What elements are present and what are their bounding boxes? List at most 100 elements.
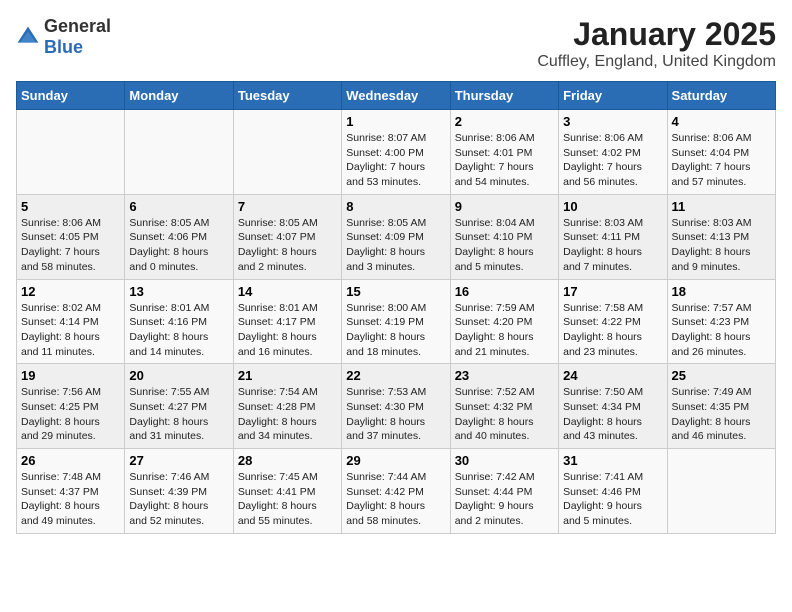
calendar-cell: 16 Sunrise: 7:59 AM Sunset: 4:20 PM Dayli… [450,279,558,364]
day-number: 9 [455,199,554,214]
calendar-week-5: 26Sunrise: 7:48 AM Sunset: 4:37 PM Dayli… [17,449,776,534]
day-number: 22 [346,368,445,383]
day-number: 1 [346,114,445,129]
calendar-cell: 7 Sunrise: 8:05 AM Sunset: 4:07 PM Daylig… [233,194,341,279]
day-info: Sunrise: 8:05 AM Sunset: 4:06 PM Dayligh… [129,216,228,275]
day-info: Sunrise: 7:52 AM Sunset: 4:32 PM Dayligh… [455,385,554,444]
day-info: Sunrise: 8:06 AM Sunset: 4:05 PM Dayligh… [21,216,120,275]
day-number: 21 [238,368,337,383]
day-info: Sunrise: 8:06 AM Sunset: 4:04 PM Dayligh… [672,131,771,190]
day-number: 14 [238,284,337,299]
logo-blue: Blue [44,37,83,57]
main-title: January 2025 [537,16,776,53]
calendar-cell: 14 Sunrise: 8:01 AM Sunset: 4:17 PM Dayli… [233,279,341,364]
day-number: 28 [238,453,337,468]
calendar-table: SundayMondayTuesdayWednesdayThursdayFrid… [16,81,776,534]
logo-general: General [44,16,111,36]
calendar-cell: 28 Sunrise: 7:45 AM Sunset: 4:41 PM Dayli… [233,449,341,534]
day-info: Sunrise: 8:03 AM Sunset: 4:11 PM Dayligh… [563,216,662,275]
day-info: Sunrise: 8:06 AM Sunset: 4:01 PM Dayligh… [455,131,554,190]
header-monday: Monday [125,82,233,110]
calendar-cell: 13 Sunrise: 8:01 AM Sunset: 4:16 PM Dayli… [125,279,233,364]
calendar-cell: 2 Sunrise: 8:06 AM Sunset: 4:01 PM Daylig… [450,110,558,195]
subtitle: Cuffley, England, United Kingdom [537,53,776,71]
calendar-week-3: 12 Sunrise: 8:02 AM Sunset: 4:14 PM Dayli… [17,279,776,364]
header-tuesday: Tuesday [233,82,341,110]
day-info: Sunrise: 7:49 AM Sunset: 4:35 PM Dayligh… [672,385,771,444]
calendar-week-2: 5Sunrise: 8:06 AM Sunset: 4:05 PM Daylig… [17,194,776,279]
calendar-cell [233,110,341,195]
day-number: 30 [455,453,554,468]
day-info: Sunrise: 7:41 AM Sunset: 4:46 PM Dayligh… [563,470,662,529]
day-number: 15 [346,284,445,299]
day-info: Sunrise: 8:05 AM Sunset: 4:07 PM Dayligh… [238,216,337,275]
day-info: Sunrise: 8:02 AM Sunset: 4:14 PM Dayligh… [21,301,120,360]
header-wednesday: Wednesday [342,82,450,110]
day-info: Sunrise: 8:05 AM Sunset: 4:09 PM Dayligh… [346,216,445,275]
calendar-cell: 26Sunrise: 7:48 AM Sunset: 4:37 PM Dayli… [17,449,125,534]
day-number: 19 [21,368,120,383]
day-info: Sunrise: 7:54 AM Sunset: 4:28 PM Dayligh… [238,385,337,444]
calendar-cell: 30 Sunrise: 7:42 AM Sunset: 4:44 PM Dayli… [450,449,558,534]
day-info: Sunrise: 7:50 AM Sunset: 4:34 PM Dayligh… [563,385,662,444]
calendar-cell: 12 Sunrise: 8:02 AM Sunset: 4:14 PM Dayli… [17,279,125,364]
day-info: Sunrise: 7:59 AM Sunset: 4:20 PM Dayligh… [455,301,554,360]
calendar-cell: 19 Sunrise: 7:56 AM Sunset: 4:25 PM Dayli… [17,364,125,449]
day-number: 10 [563,199,662,214]
day-number: 3 [563,114,662,129]
calendar-cell: 5Sunrise: 8:06 AM Sunset: 4:05 PM Daylig… [17,194,125,279]
logo: General Blue [16,16,111,58]
header-saturday: Saturday [667,82,775,110]
calendar-cell: 23 Sunrise: 7:52 AM Sunset: 4:32 PM Dayli… [450,364,558,449]
day-info: Sunrise: 8:07 AM Sunset: 4:00 PM Dayligh… [346,131,445,190]
day-info: Sunrise: 8:06 AM Sunset: 4:02 PM Dayligh… [563,131,662,190]
calendar-week-1: 1 Sunrise: 8:07 AM Sunset: 4:00 PM Daylig… [17,110,776,195]
logo-icon [16,25,40,49]
calendar-cell: 3 Sunrise: 8:06 AM Sunset: 4:02 PM Daylig… [559,110,667,195]
calendar-cell: 17Sunrise: 7:58 AM Sunset: 4:22 PM Dayli… [559,279,667,364]
header: General Blue January 2025 Cuffley, Engla… [16,16,776,71]
calendar-cell: 31 Sunrise: 7:41 AM Sunset: 4:46 PM Dayli… [559,449,667,534]
day-info: Sunrise: 7:46 AM Sunset: 4:39 PM Dayligh… [129,470,228,529]
day-info: Sunrise: 8:01 AM Sunset: 4:16 PM Dayligh… [129,301,228,360]
day-info: Sunrise: 7:42 AM Sunset: 4:44 PM Dayligh… [455,470,554,529]
calendar-cell: 20Sunrise: 7:55 AM Sunset: 4:27 PM Dayli… [125,364,233,449]
header-friday: Friday [559,82,667,110]
calendar-week-4: 19 Sunrise: 7:56 AM Sunset: 4:25 PM Dayli… [17,364,776,449]
calendar-cell [17,110,125,195]
header-sunday: Sunday [17,82,125,110]
day-number: 8 [346,199,445,214]
day-number: 24 [563,368,662,383]
day-number: 11 [672,199,771,214]
calendar-cell: 18 Sunrise: 7:57 AM Sunset: 4:23 PM Dayli… [667,279,775,364]
day-number: 18 [672,284,771,299]
calendar-cell [667,449,775,534]
header-thursday: Thursday [450,82,558,110]
calendar-cell: 24 Sunrise: 7:50 AM Sunset: 4:34 PM Dayli… [559,364,667,449]
day-number: 7 [238,199,337,214]
calendar-cell [125,110,233,195]
calendar-cell: 21 Sunrise: 7:54 AM Sunset: 4:28 PM Dayli… [233,364,341,449]
day-info: Sunrise: 7:58 AM Sunset: 4:22 PM Dayligh… [563,301,662,360]
day-info: Sunrise: 7:56 AM Sunset: 4:25 PM Dayligh… [21,385,120,444]
day-info: Sunrise: 7:53 AM Sunset: 4:30 PM Dayligh… [346,385,445,444]
calendar-cell: 29Sunrise: 7:44 AM Sunset: 4:42 PM Dayli… [342,449,450,534]
calendar-cell: 22 Sunrise: 7:53 AM Sunset: 4:30 PM Dayli… [342,364,450,449]
day-number: 13 [129,284,228,299]
day-number: 16 [455,284,554,299]
calendar-cell: 25Sunrise: 7:49 AM Sunset: 4:35 PM Dayli… [667,364,775,449]
day-info: Sunrise: 7:55 AM Sunset: 4:27 PM Dayligh… [129,385,228,444]
day-number: 23 [455,368,554,383]
day-info: Sunrise: 8:04 AM Sunset: 4:10 PM Dayligh… [455,216,554,275]
day-info: Sunrise: 8:03 AM Sunset: 4:13 PM Dayligh… [672,216,771,275]
day-number: 12 [21,284,120,299]
day-info: Sunrise: 8:01 AM Sunset: 4:17 PM Dayligh… [238,301,337,360]
day-info: Sunrise: 8:00 AM Sunset: 4:19 PM Dayligh… [346,301,445,360]
calendar-cell: 15 Sunrise: 8:00 AM Sunset: 4:19 PM Dayli… [342,279,450,364]
day-number: 2 [455,114,554,129]
day-number: 6 [129,199,228,214]
day-info: Sunrise: 7:57 AM Sunset: 4:23 PM Dayligh… [672,301,771,360]
day-info: Sunrise: 7:45 AM Sunset: 4:41 PM Dayligh… [238,470,337,529]
day-number: 31 [563,453,662,468]
calendar-cell: 8 Sunrise: 8:05 AM Sunset: 4:09 PM Daylig… [342,194,450,279]
